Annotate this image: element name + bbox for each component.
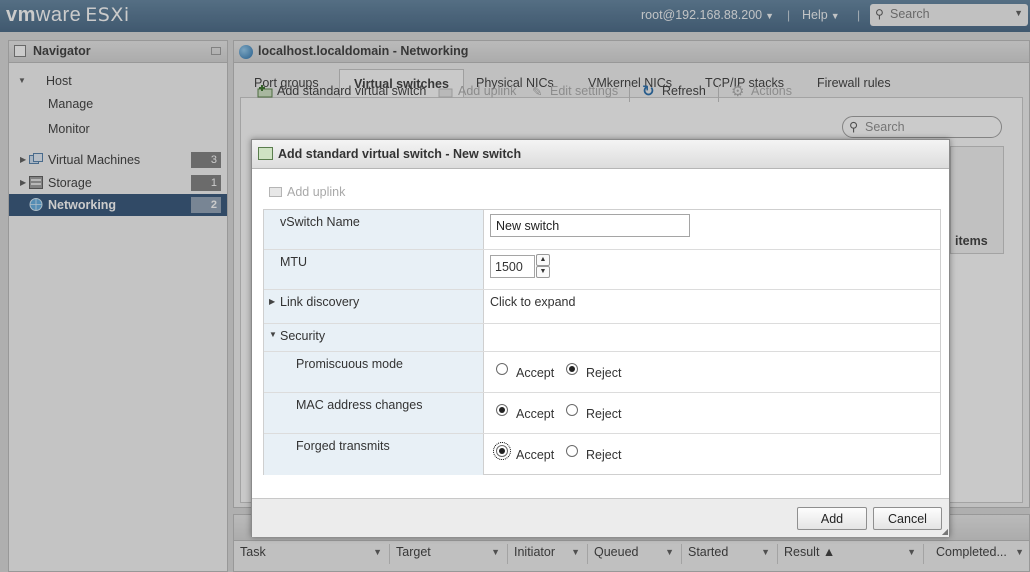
mtu-input[interactable]: 1500 [490, 255, 535, 278]
mac-accept-radio[interactable] [496, 404, 508, 416]
add-switch-icon [258, 147, 273, 160]
resize-handle-icon[interactable]: ◢ [942, 527, 948, 536]
chevron-up-icon[interactable]: ▲ [536, 254, 550, 266]
switch-settings-form: vSwitch Name New switch MTU 1500 ▲ ▼ ▶ Li… [263, 209, 941, 475]
radio-label: Accept [516, 366, 555, 380]
field-value: Click to expand [485, 290, 940, 323]
radio-label: Reject [586, 366, 622, 380]
radio-label: Accept [516, 407, 555, 421]
dialog-title: Add standard virtual switch - New switch [278, 147, 522, 161]
click-to-expand-text[interactable]: Click to expand [490, 295, 575, 309]
forged-transmits-row: Forged transmits Accept Reject [264, 434, 940, 475]
vswitch-name-row: vSwitch Name New switch [264, 210, 940, 250]
mac-address-changes-row: MAC address changes Accept Reject [264, 393, 940, 434]
field-label: Forged transmits [264, 434, 484, 475]
add-button[interactable]: Add [797, 507, 867, 530]
security-row[interactable]: ▼ Security [264, 324, 940, 352]
mtu-stepper[interactable]: ▲ ▼ [536, 254, 550, 279]
field-value: 1500 ▲ ▼ [485, 250, 940, 289]
field-label: Promiscuous mode [264, 352, 484, 392]
field-value: Accept Reject [485, 352, 940, 392]
field-label: MAC address changes [264, 393, 484, 433]
radio-label: Accept [516, 448, 555, 462]
cancel-button[interactable]: Cancel [873, 507, 942, 530]
field-label: ▼ Security [264, 324, 484, 351]
field-label: ▶ Link discovery [264, 290, 484, 323]
field-label: vSwitch Name [264, 210, 484, 249]
field-label: MTU [264, 250, 484, 289]
field-value: New switch [485, 210, 940, 249]
field-value: Accept Reject [485, 434, 940, 475]
add-switch-dialog: Add standard virtual switch - New switch… [251, 139, 950, 537]
field-value [485, 324, 940, 351]
chevron-down-icon[interactable]: ▼ [536, 266, 550, 278]
dialog-add-uplink-button[interactable]: Add uplink [269, 185, 345, 199]
vswitch-name-input[interactable]: New switch [490, 214, 690, 237]
promiscuous-accept-radio[interactable] [496, 363, 508, 375]
dialog-title-bar: Add standard virtual switch - New switch [252, 140, 949, 169]
collapse-triangle-icon[interactable]: ▼ [269, 330, 277, 339]
radio-label: Reject [586, 407, 622, 421]
forged-accept-radio[interactable] [493, 442, 511, 460]
mac-reject-radio[interactable] [566, 404, 578, 416]
promiscuous-reject-radio[interactable] [566, 363, 578, 375]
expand-triangle-icon[interactable]: ▶ [269, 297, 275, 306]
promiscuous-mode-row: Promiscuous mode Accept Reject [264, 352, 940, 393]
dialog-footer: Add Cancel ◢ [252, 498, 949, 537]
forged-reject-radio[interactable] [566, 445, 578, 457]
mtu-row: MTU 1500 ▲ ▼ [264, 250, 940, 290]
field-value: Accept Reject [485, 393, 940, 433]
link-discovery-row[interactable]: ▶ Link discovery Click to expand [264, 290, 940, 324]
radio-label: Reject [586, 448, 622, 462]
add-uplink-icon [269, 187, 282, 197]
